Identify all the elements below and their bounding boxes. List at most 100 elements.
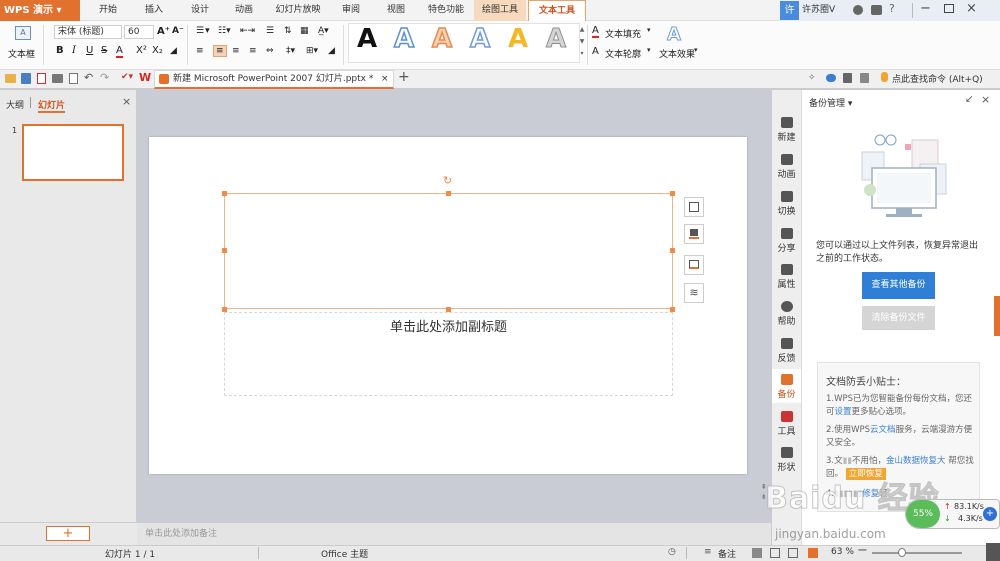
tool-share[interactable]: 分享 (771, 228, 802, 254)
number-list-icon[interactable]: ☷▾ (218, 26, 231, 36)
align-left-icon[interactable]: ≡ (196, 46, 204, 56)
help-icon[interactable]: ? (889, 2, 895, 15)
tool-transition[interactable]: 切换 (771, 191, 802, 217)
resize-grip-icon[interactable] (986, 543, 1000, 561)
wps-home-icon[interactable]: W (139, 71, 151, 84)
menu-animation[interactable]: 动画 (222, 0, 266, 21)
font-name-select[interactable]: 宋体 (标题) (54, 25, 122, 39)
settings-link[interactable]: 设置 (835, 407, 852, 417)
customize-icon[interactable]: ✔▾ (121, 72, 133, 82)
chevron-down-icon[interactable]: ▾ (647, 26, 651, 34)
column-icon[interactable]: ▦ (300, 26, 309, 36)
notes-toggle-icon[interactable]: ≡ (704, 547, 712, 557)
tool-feedback[interactable]: 反馈 (771, 338, 802, 364)
screen-icon[interactable] (860, 73, 869, 83)
wordart-style-5[interactable]: A (508, 24, 528, 54)
tool-animation[interactable]: 动画 (771, 154, 802, 180)
chevron-down-icon[interactable]: ▾ (647, 46, 651, 54)
resize-handle[interactable] (670, 248, 675, 253)
align-right-icon[interactable]: ≡ (232, 46, 240, 56)
avatar[interactable]: 许 (780, 1, 799, 20)
undo-icon[interactable]: ↶ (84, 71, 93, 84)
close-pane-icon[interactable]: × (122, 95, 131, 108)
underline-button[interactable]: U (86, 45, 93, 56)
close-icon[interactable]: × (966, 1, 977, 16)
font-size-select[interactable]: 60 (124, 25, 154, 39)
collapse-panel-icon[interactable]: ↙ (965, 94, 973, 105)
new-tab-button[interactable]: + (398, 69, 410, 85)
zoom-out-icon[interactable]: − (857, 543, 868, 558)
resize-handle[interactable] (670, 191, 675, 196)
gallery-scroll-icon[interactable]: ▲ ▼ ▾ (578, 24, 586, 62)
tool-shapes[interactable]: 形状 (771, 447, 802, 473)
tool-new[interactable]: 新建 (771, 117, 802, 143)
zoom-slider-thumb[interactable] (898, 548, 906, 557)
tool-backup[interactable]: 备份 (771, 374, 802, 400)
text-outline-button[interactable]: 文本轮廓 (605, 47, 641, 60)
memory-percent[interactable]: 55% (906, 500, 940, 528)
paragraph-more-icon[interactable]: ◢ (328, 46, 335, 56)
save-icon[interactable] (21, 73, 31, 84)
resize-handle[interactable] (222, 191, 227, 196)
clear-backup-button[interactable]: 清除备份文件 (862, 306, 935, 330)
menu-features[interactable]: 特色功能 (420, 0, 472, 21)
tab-outline[interactable]: 大纲 (6, 98, 24, 111)
menu-drawing-tools[interactable]: 绘图工具 (474, 0, 526, 21)
convert-smartart-icon[interactable]: ⊞▾ (306, 46, 318, 56)
slide-thumbnail[interactable] (22, 124, 124, 181)
share-icon[interactable] (843, 73, 852, 83)
resize-handle[interactable] (446, 191, 451, 196)
restore-icon[interactable] (944, 4, 954, 13)
tool-properties[interactable]: 属性 (771, 264, 802, 290)
skin-icon[interactable] (853, 5, 863, 15)
menu-insert[interactable]: 插入 (132, 0, 176, 21)
chevron-down-icon[interactable]: ▾ (694, 46, 698, 54)
menu-slideshow[interactable]: 幻灯片放映 (268, 0, 328, 21)
menu-review[interactable]: 审阅 (330, 0, 372, 21)
zoom-level[interactable]: 63 % (831, 547, 854, 557)
tool-help[interactable]: 帮助 (771, 301, 802, 327)
view-other-backups-button[interactable]: 查看其他备份 (862, 272, 935, 299)
close-tab-icon[interactable]: × (381, 71, 389, 87)
tool-tools[interactable]: 工具 (771, 411, 802, 437)
strikethrough-button[interactable]: S (101, 45, 107, 56)
redo-icon[interactable]: ↷ (100, 71, 109, 84)
minimize-icon[interactable]: − (920, 1, 931, 16)
wordart-style-1[interactable]: A (357, 24, 377, 54)
magic-icon[interactable]: ✧ (808, 73, 816, 83)
textbox-icon[interactable]: A (15, 26, 31, 40)
sorter-view-icon[interactable] (770, 548, 780, 558)
menu-home[interactable]: 开始 (86, 0, 130, 21)
menu-text-tools[interactable]: 文本工具 (528, 0, 586, 21)
subscript-button[interactable]: X₂ (152, 45, 163, 56)
add-slide-button[interactable]: + (46, 526, 90, 541)
slideshow-icon[interactable] (808, 548, 818, 558)
justify-icon[interactable]: ≡ (249, 46, 257, 56)
shirt-icon[interactable] (871, 5, 882, 15)
font-more-icon[interactable]: ◢ (170, 46, 177, 56)
wordart-style-6[interactable]: A (545, 24, 566, 55)
indent-icon[interactable]: ⇤⇥ (240, 26, 255, 36)
bold-button[interactable]: B (56, 45, 64, 56)
open-folder-icon[interactable] (5, 74, 16, 83)
text-fill-icon[interactable]: A (592, 25, 599, 38)
resize-handle[interactable] (222, 248, 227, 253)
wordart-style-4[interactable]: A (469, 23, 491, 55)
text-align-vertical-icon[interactable]: A̲▾ (318, 26, 329, 36)
align-center-icon[interactable]: ≡ (213, 45, 227, 57)
reading-view-icon[interactable] (788, 548, 798, 558)
document-tab[interactable]: 新建 Microsoft PowerPoint 2007 幻灯片.pptx * … (154, 70, 394, 89)
title-placeholder-box[interactable] (224, 193, 673, 309)
text-outline-icon[interactable]: A (592, 46, 599, 57)
normal-view-icon[interactable] (752, 548, 762, 558)
menu-design[interactable]: 设计 (178, 0, 222, 21)
close-panel-icon[interactable]: × (981, 93, 990, 106)
italic-button[interactable]: I (72, 45, 76, 56)
app-menu-button[interactable]: WPS 演示 ▾ (0, 0, 80, 21)
paragraph-spacing-icon[interactable]: ‡▾ (286, 46, 295, 56)
notes-input[interactable]: 单击此处添加备注 (137, 522, 771, 545)
wordart-style-3[interactable]: A (431, 23, 453, 55)
edit-text-icon[interactable] (684, 197, 704, 217)
line-spacing-icon[interactable]: ☰ (266, 26, 274, 36)
distribute-icon[interactable]: ⇔ (266, 46, 274, 56)
